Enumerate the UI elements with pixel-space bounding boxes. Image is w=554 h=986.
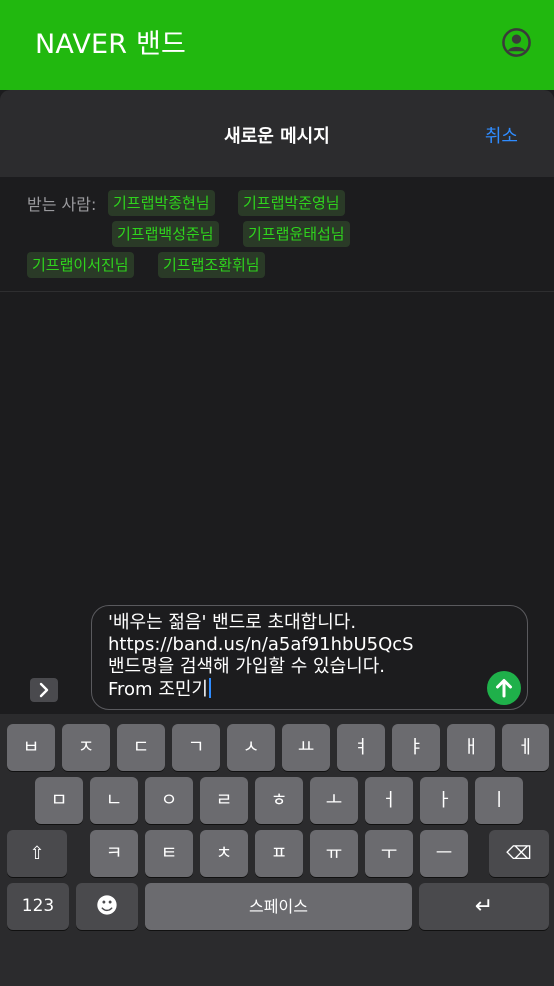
sheet-header: 새로운 메시지 취소 — [0, 90, 554, 177]
text-cursor — [209, 678, 211, 698]
message-line: '배우는 젊음' 밴드로 초대합니다. — [108, 612, 357, 633]
key[interactable]: ㅓ — [365, 777, 413, 824]
key[interactable]: ㅛ — [282, 724, 330, 771]
cancel-button[interactable]: 취소 — [485, 122, 518, 148]
keyboard: ㅂ ㅈ ㄷ ㄱ ㅅ ㅛ ㅕ ㅑ ㅐ ㅔ ㅁ ㄴ ㅇ ㄹ ㅎ ㅗ ㅓ ㅏ ㅣ ⇧ … — [0, 714, 554, 986]
key[interactable]: ㅔ — [502, 724, 549, 771]
recipient-chip[interactable]: 기프랩박종현님 — [108, 190, 215, 216]
return-key[interactable]: ↵ — [419, 883, 549, 930]
arrow-up-icon — [496, 679, 512, 698]
key[interactable]: ㅂ — [7, 724, 55, 771]
recipient-chip[interactable]: 기프랩백성준님 — [112, 221, 219, 247]
key[interactable]: ㅗ — [310, 777, 358, 824]
recipient-chip[interactable]: 기프랩조환휘님 — [158, 252, 265, 278]
key[interactable]: ㄷ — [117, 724, 165, 771]
key[interactable]: ㅋ — [90, 830, 138, 877]
key[interactable]: ㅎ — [255, 777, 303, 824]
app-title: NAVER 밴드 — [35, 29, 187, 60]
shift-key[interactable]: ⇧ — [7, 830, 67, 877]
send-button[interactable] — [487, 671, 521, 705]
key[interactable]: ㄴ — [90, 777, 138, 824]
recipient-chip[interactable]: 기프랩윤태섭님 — [243, 221, 350, 247]
message-line-text: From 조민기 — [108, 679, 208, 700]
sheet-title: 새로운 메시지 — [224, 126, 330, 147]
backspace-key[interactable]: ⌫ — [489, 830, 549, 877]
profile-icon[interactable] — [501, 27, 532, 58]
numbers-key[interactable]: 123 — [7, 883, 69, 930]
recipient-chip[interactable]: 기프랩이서진님 — [27, 252, 134, 278]
key[interactable]: ㅍ — [255, 830, 303, 877]
key[interactable]: ㅌ — [145, 830, 193, 877]
key[interactable]: ㅈ — [62, 724, 110, 771]
key[interactable]: ㅣ — [475, 777, 523, 824]
new-message-sheet: 새로운 메시지 취소 받는 사람: 기프랩박종현님 기프랩박준영님 기프랩백성준… — [0, 90, 554, 986]
message-line: 밴드명을 검색해 가입할 수 있습니다. — [108, 656, 386, 677]
app: NAVER 밴드 새로운 메시지 취소 받는 사람: 기프랩박종현님 기프랩박준… — [0, 0, 554, 986]
message-input[interactable]: '배우는 젊음' 밴드로 초대합니다. https://band.us/n/a5… — [91, 605, 528, 710]
key[interactable]: ㅁ — [35, 777, 83, 824]
recipients-field[interactable]: 받는 사람: 기프랩박종현님 기프랩박준영님 기프랩백성준님 기프랩윤태섭님 기… — [0, 177, 554, 292]
key[interactable]: ㅜ — [365, 830, 413, 877]
recipient-chip[interactable]: 기프랩박준영님 — [238, 190, 345, 216]
message-line: https://band.us/n/a5af91hbU5QcS — [108, 634, 414, 655]
message-line-last: From 조민기 — [108, 678, 467, 701]
space-key[interactable]: 스페이스 — [145, 883, 412, 930]
shift-icon: ⇧ — [29, 843, 45, 864]
app-bar: NAVER 밴드 — [0, 0, 554, 90]
return-icon: ↵ — [474, 894, 494, 919]
backspace-icon: ⌫ — [506, 843, 532, 864]
key[interactable]: ㅐ — [447, 724, 495, 771]
key[interactable]: ㅡ — [420, 830, 468, 877]
key[interactable]: ㅅ — [227, 724, 275, 771]
emoji-icon: ☻ — [95, 894, 119, 919]
recipients-label: 받는 사람: — [27, 195, 97, 214]
key[interactable]: ㄹ — [200, 777, 248, 824]
key[interactable]: ㅕ — [337, 724, 385, 771]
key[interactable]: ㅑ — [392, 724, 440, 771]
key[interactable]: ㅠ — [310, 830, 358, 877]
key[interactable]: ㅊ — [200, 830, 248, 877]
emoji-key[interactable]: ☻ — [76, 883, 138, 930]
key[interactable]: ㅇ — [145, 777, 193, 824]
expand-apps-button[interactable] — [30, 678, 58, 702]
key[interactable]: ㄱ — [172, 724, 220, 771]
chevron-right-icon — [39, 682, 49, 698]
key[interactable]: ㅏ — [420, 777, 468, 824]
